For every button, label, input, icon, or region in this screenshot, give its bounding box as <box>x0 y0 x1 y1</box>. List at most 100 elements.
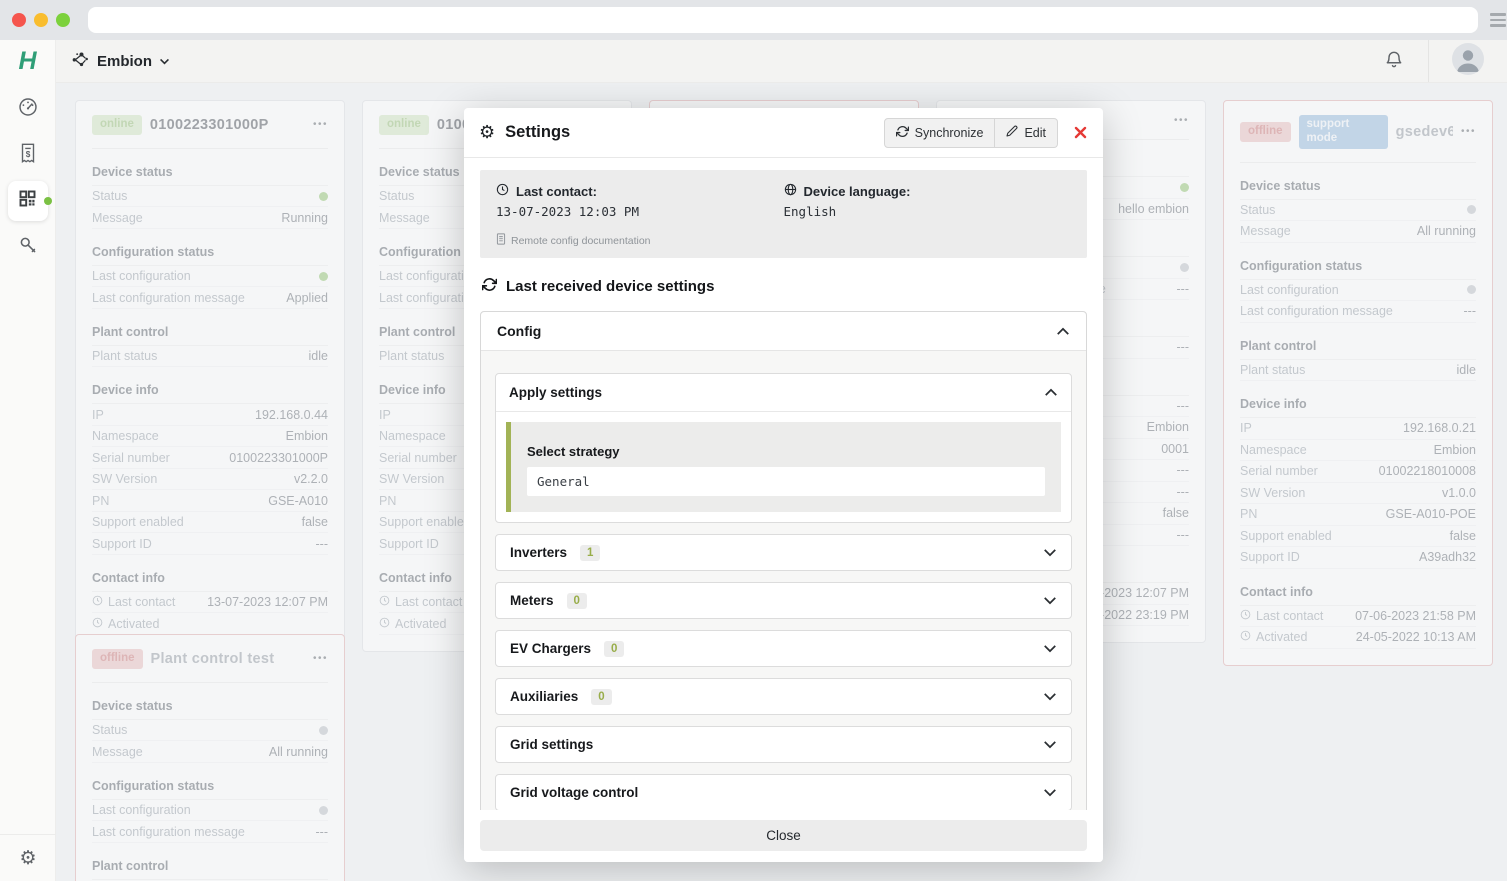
row-label: Status <box>1240 203 1275 217</box>
status-badge: offline <box>1240 122 1291 142</box>
status-badge: offline <box>92 649 143 669</box>
count-badge: 0 <box>591 689 611 705</box>
row-value: 192.168.0.21 <box>1403 421 1476 435</box>
clock-icon <box>92 617 103 631</box>
close-button[interactable]: Close <box>480 820 1087 851</box>
card-row: MessageAll running <box>1240 221 1476 243</box>
synchronize-button[interactable]: Synchronize <box>884 118 996 148</box>
card-row: Last configuration messageApplied <box>92 287 328 309</box>
network-icon <box>70 49 90 74</box>
status-dot-icon <box>319 272 328 281</box>
traffic-light-close[interactable] <box>12 13 26 27</box>
traffic-light-zoom[interactable] <box>56 13 70 27</box>
accordion-inverters[interactable]: Inverters1 <box>495 534 1072 571</box>
sidebar-item-billing[interactable]: $ <box>8 135 48 175</box>
gear-icon: ⚙ <box>479 122 495 143</box>
card-menu-button[interactable]: ••• <box>1174 115 1189 126</box>
row-value: 01002218010008 <box>1379 464 1476 478</box>
select-strategy-label: Select strategy <box>527 444 1045 459</box>
modal-header: ⚙ Settings Synchronize <box>464 108 1103 158</box>
row-value: 07-06-2023 21:58 PM <box>1355 609 1476 623</box>
row-value: 24-05-2022 10:13 AM <box>1356 630 1476 644</box>
row-value: --- <box>316 537 329 551</box>
card-section-heading: Device status <box>1240 170 1476 200</box>
count-badge: 0 <box>567 593 587 609</box>
close-icon[interactable] <box>1073 125 1088 140</box>
row-label: Activated <box>92 617 159 631</box>
row-label: Support ID <box>379 537 439 551</box>
remote-config-doc-link[interactable]: Remote config documentation <box>496 233 1071 248</box>
status-dot-icon <box>1467 205 1476 214</box>
sidebar-item-devices[interactable] <box>8 181 48 221</box>
sidebar-item-settings[interactable]: ⚙ <box>0 834 56 881</box>
status-badge: online <box>379 115 429 135</box>
accordion-auxiliaries[interactable]: Auxiliaries 0 <box>495 678 1072 715</box>
sidebar-item-access-keys[interactable] <box>8 227 48 267</box>
clock-icon <box>1240 630 1251 644</box>
strategy-select-field[interactable]: General <box>527 467 1045 496</box>
accordion-grid-voltage-control[interactable]: Grid voltage control <box>495 774 1072 810</box>
card-menu-button[interactable]: ••• <box>313 653 328 664</box>
card-section-heading: Device status <box>92 156 328 186</box>
accordion-label: Auxiliaries <box>510 689 578 704</box>
row-value: --- <box>1177 485 1190 499</box>
row-label: Message <box>1240 224 1291 238</box>
user-menu-button[interactable] <box>1428 40 1507 82</box>
row-value: Embion <box>1147 420 1189 434</box>
row-value: 0001 <box>1161 442 1189 456</box>
row-value: Running <box>281 211 328 225</box>
card-row: MessageRunning <box>92 207 328 229</box>
accordion-label: EV Chargers <box>510 641 591 656</box>
traffic-lights <box>12 13 70 27</box>
row-value: false <box>302 515 328 529</box>
address-bar[interactable] <box>88 7 1478 33</box>
device-card: online0100223301000P•••Device statusStat… <box>75 100 345 652</box>
card-row: SW Versionv2.2.0 <box>92 469 328 491</box>
accordion-label: Grid settings <box>510 737 593 752</box>
qr-devices-icon <box>17 188 38 214</box>
key-icon <box>17 234 39 261</box>
row-label: Message <box>379 211 430 225</box>
card-header: offlinePlant control test••• <box>92 649 328 669</box>
row-value: 192.168.0.44 <box>255 408 328 422</box>
row-value: v1.0.0 <box>1442 486 1476 500</box>
card-menu-button[interactable]: ••• <box>1461 126 1476 137</box>
bell-icon <box>1384 48 1404 75</box>
accordion-label: Grid voltage control <box>510 785 638 800</box>
invoice-icon: $ <box>18 142 38 169</box>
row-label: Support ID <box>1240 550 1300 564</box>
accordion-meters[interactable]: Meters0 <box>495 582 1072 619</box>
traffic-light-minimize[interactable] <box>34 13 48 27</box>
accordion-ev-chargers[interactable]: EV Chargers0 <box>495 630 1072 667</box>
row-label: Support enabled <box>1240 529 1332 543</box>
edit-button[interactable]: Edit <box>995 118 1058 148</box>
main-content: online0100223301000P•••Device statusStat… <box>56 83 1507 881</box>
card-menu-button[interactable]: ••• <box>313 119 328 130</box>
workspace-selector[interactable]: Embion <box>70 49 170 74</box>
row-value: false <box>1450 529 1476 543</box>
divider <box>1240 162 1476 163</box>
row-label: SW Version <box>1240 486 1305 500</box>
app-logo[interactable]: H <box>0 40 56 83</box>
card-row: PNGSE-A010 <box>92 490 328 512</box>
row-value: --- <box>1177 340 1190 354</box>
card-row: Last configuration <box>92 800 328 822</box>
card-row: Support ID--- <box>92 533 328 555</box>
row-label: Plant status <box>92 349 157 363</box>
notifications-button[interactable] <box>1360 40 1428 82</box>
accordion-grid-settings[interactable]: Grid settings <box>495 726 1072 763</box>
chevron-down-icon <box>1043 740 1057 749</box>
row-label: Last configuration message <box>92 825 245 839</box>
browser-menu-icon[interactable] <box>1490 13 1506 27</box>
sidebar-item-dashboard[interactable] <box>8 89 48 129</box>
card-row: Support IDA39adh32 <box>1240 547 1476 569</box>
apply-settings-header[interactable]: Apply settings <box>496 374 1071 412</box>
row-label: SW Version <box>92 472 157 486</box>
card-row: Plant statusidle <box>92 346 328 368</box>
row-value: Embion <box>1434 443 1476 457</box>
app-header: H Embion <box>0 40 1507 83</box>
row-label: PN <box>1240 507 1257 521</box>
config-accordion-header[interactable]: Config <box>481 312 1086 351</box>
clock-icon <box>379 595 390 609</box>
modal-title: Settings <box>505 123 570 142</box>
